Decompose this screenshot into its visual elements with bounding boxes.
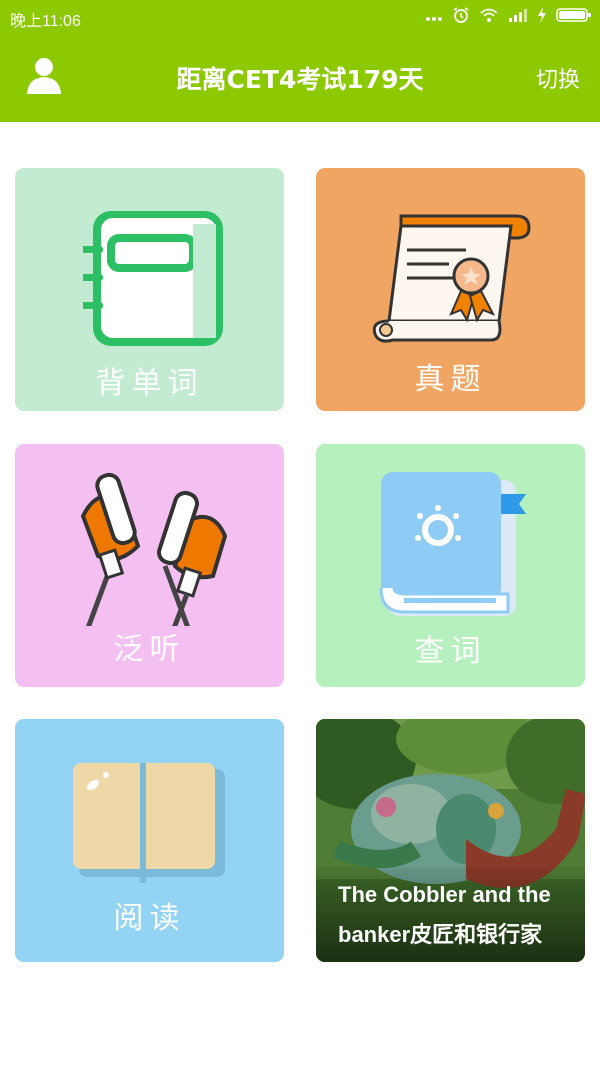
tile-reading-label: 阅读 (113, 901, 186, 936)
dictionary-book-icon (379, 472, 526, 616)
article-title-line2: banker皮匠和银行家 (338, 922, 543, 947)
exam-countdown-title: 距离CET4考试179天 (176, 65, 424, 94)
tile-memorize-words[interactable]: 背单词 (15, 168, 284, 411)
signal-icon (508, 7, 528, 28)
tile-extensive-listening[interactable]: 泛听 (15, 444, 284, 687)
tile-extensive-listening-label: 泛听 (113, 632, 186, 667)
tile-dictionary-label: 查词 (414, 634, 487, 669)
certificate-scroll-icon (372, 214, 531, 343)
switch-button[interactable]: 切换 (536, 62, 580, 94)
status-icons (425, 6, 592, 29)
wifi-icon (479, 7, 499, 28)
article-caption: The Cobbler and the banker皮匠和银行家 (316, 867, 585, 962)
status-bar: 晚上11:06 (0, 0, 600, 32)
notebook-icon (83, 211, 223, 346)
article-card[interactable]: The Cobbler and the banker皮匠和银行家 (316, 719, 585, 962)
app-bar: 距离CET4考试179天 切换 (0, 32, 600, 122)
status-time: 晚上11:06 (10, 13, 81, 30)
tile-past-exams[interactable]: 真题 (316, 168, 585, 411)
earphones-icon (80, 472, 228, 626)
more-dots-icon (425, 9, 443, 27)
article-title-line1: The Cobbler and the (338, 882, 551, 907)
open-book-icon (73, 763, 225, 883)
tile-dictionary[interactable]: 查词 (316, 444, 585, 687)
tile-memorize-words-label: 背单词 (95, 366, 204, 401)
alarm-icon (452, 6, 470, 29)
charging-icon (537, 7, 547, 28)
tile-past-exams-label: 真题 (414, 362, 487, 397)
battery-icon (556, 7, 592, 28)
tile-reading[interactable]: 阅读 (15, 719, 284, 962)
